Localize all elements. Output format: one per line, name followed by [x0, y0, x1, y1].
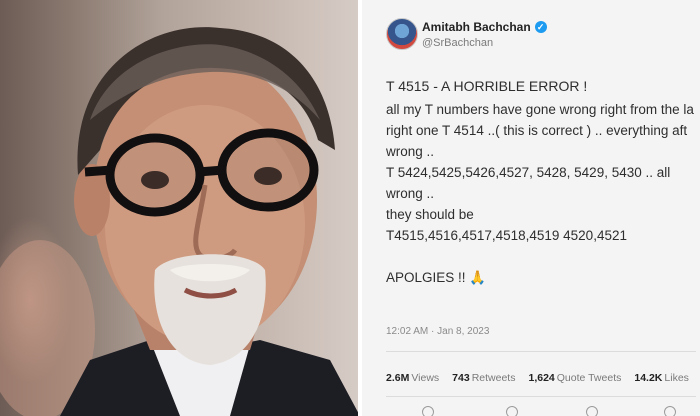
avatar[interactable]	[386, 18, 418, 50]
views-stat[interactable]: 2.6M Views	[386, 372, 439, 384]
author-name[interactable]: Amitabh Bachchan ✓	[422, 20, 547, 34]
tweet-line: all my T numbers have gone wrong right f…	[386, 102, 694, 117]
tweet-text: T 4515 - A HORRIBLE ERROR ! all my T num…	[386, 76, 700, 288]
quote-tweets-stat[interactable]: 1,624 Quote Tweets	[528, 372, 621, 384]
retweets-stat[interactable]: 743 Retweets	[452, 372, 515, 384]
divider-line	[386, 351, 696, 352]
tweet-spacer	[386, 246, 700, 267]
tweet-line: T4515,4516,4517,4518,4519 4520,4521	[386, 228, 627, 243]
tweet-actions	[386, 406, 686, 416]
author-name-text: Amitabh Bachchan	[422, 20, 531, 34]
tweet-card[interactable]: Amitabh Bachchan ✓ @SrBachchan T 4515 - …	[362, 0, 700, 416]
divider-line	[386, 396, 696, 397]
tweet-line: they should be	[386, 207, 474, 222]
verified-badge-icon: ✓	[534, 21, 547, 33]
tweet-line: APOLGIES !! 🙏	[386, 270, 487, 285]
tweet-stats: 2.6M Views 743 Retweets 1,624 Quote Tweets …	[386, 372, 689, 384]
like-icon[interactable]	[586, 406, 598, 416]
tweet-line: wrong ..	[386, 144, 435, 159]
reply-icon[interactable]	[422, 406, 434, 416]
tweet-line: T 4515 - A HORRIBLE ERROR !	[386, 78, 588, 94]
tweet-line: T 5424,5425,5426,4527, 5428, 5429, 5430 …	[386, 165, 671, 180]
tweet-timestamp[interactable]: 12:02 AM · Jan 8, 2023	[386, 326, 489, 337]
author-handle[interactable]: @SrBachchan	[422, 37, 493, 49]
tweet-line: wrong ..	[386, 186, 435, 201]
share-icon[interactable]	[664, 406, 676, 416]
portrait-illustration	[0, 27, 360, 416]
likes-stat[interactable]: 14.2K Likes	[634, 372, 689, 384]
portrait-photo	[0, 0, 360, 416]
tweet-line: right one T 4514 ..( this is correct ) .…	[386, 123, 688, 138]
retweet-icon[interactable]	[506, 406, 518, 416]
